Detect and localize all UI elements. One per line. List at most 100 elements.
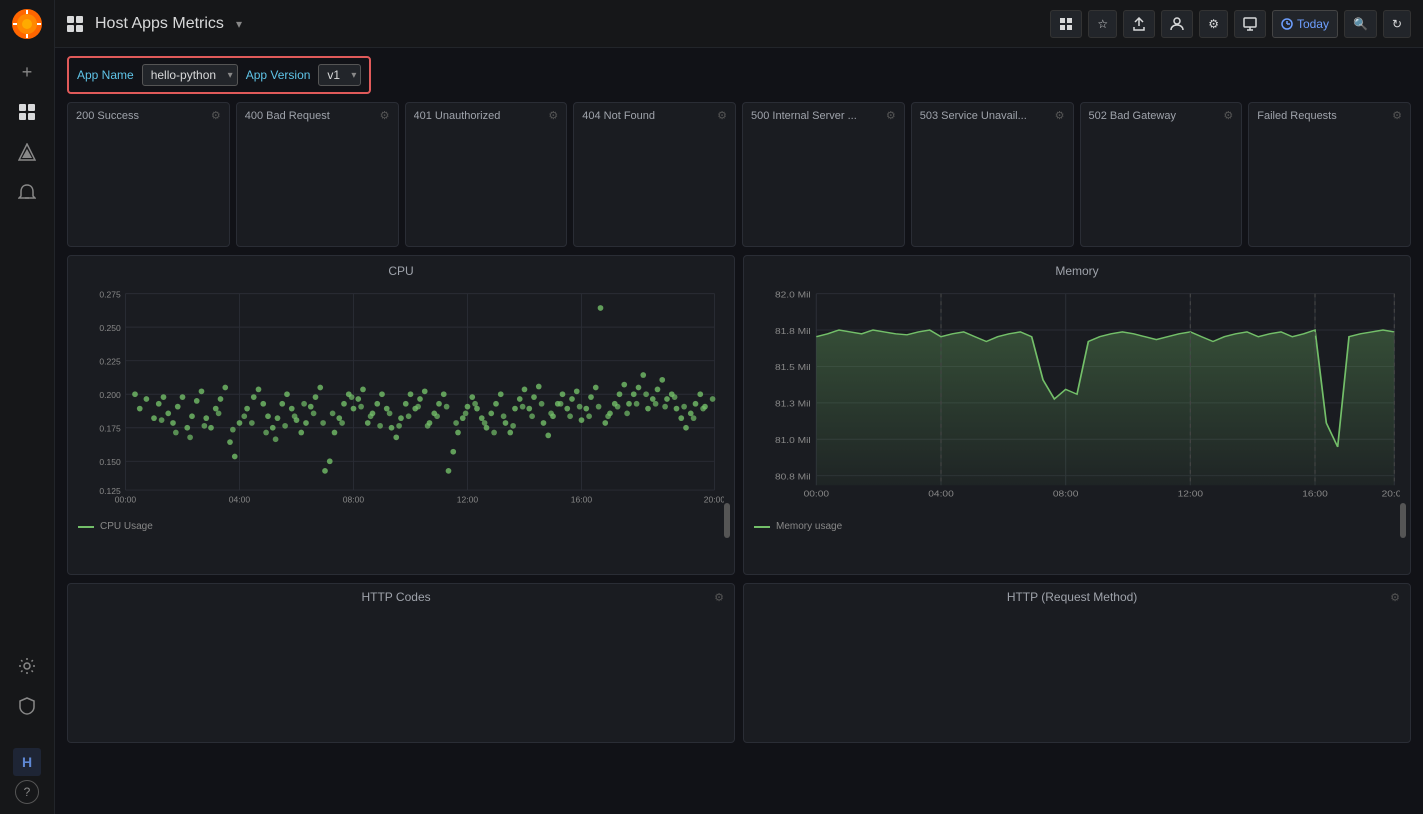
title-chevron[interactable]: ▾: [236, 17, 242, 31]
svg-text:20:00: 20:00: [1382, 489, 1400, 499]
app-name-select-wrap: hello-python hello-node hello-java: [142, 64, 238, 86]
svg-text:12:00: 12:00: [457, 494, 479, 504]
panel-400-body: [237, 126, 398, 246]
search-btn[interactable]: 🔍: [1344, 10, 1377, 38]
cpu-legend-label: CPU Usage: [100, 521, 153, 532]
svg-text:81.0 Mil: 81.0 Mil: [775, 436, 811, 446]
svg-text:16:00: 16:00: [571, 494, 593, 504]
cpu-legend: CPU Usage: [78, 521, 724, 532]
app-version-label: App Version: [246, 68, 311, 82]
topbar-grid-icon: [67, 16, 83, 32]
svg-text:82.0 Mil: 82.0 Mil: [775, 290, 811, 300]
svg-text:16:00: 16:00: [1302, 489, 1328, 499]
memory-legend-line: [754, 526, 770, 528]
svg-text:0.200: 0.200: [99, 390, 121, 400]
sidebar: + H ?: [0, 0, 55, 814]
panel-500-gear[interactable]: ⚙: [886, 109, 896, 122]
panel-200-gear[interactable]: ⚙: [211, 109, 221, 122]
monitor-btn[interactable]: [1234, 10, 1266, 38]
panel-502: 502 Bad Gateway ⚙: [1080, 102, 1243, 247]
memory-chart-svg: 82.0 Mil 81.8 Mil 81.5 Mil 81.3 Mil 81.0…: [754, 284, 1400, 514]
grafana-hub-icon[interactable]: H: [13, 748, 41, 776]
today-btn[interactable]: Today: [1272, 10, 1338, 38]
dashboard-icon[interactable]: [9, 94, 45, 130]
svg-text:80.8 Mil: 80.8 Mil: [775, 472, 811, 482]
app-version-select[interactable]: v1 v2 v3: [318, 64, 361, 86]
cpu-chart-svg: 0.275 0.250 0.225 0.200 0.175 0.150 0.12…: [78, 284, 724, 514]
cpu-chart-title: CPU: [78, 264, 724, 278]
panel-404-title: 404 Not Found: [582, 110, 655, 122]
user-btn[interactable]: [1161, 10, 1193, 38]
content-area: App Name hello-python hello-node hello-j…: [55, 48, 1423, 814]
svg-text:81.5 Mil: 81.5 Mil: [775, 363, 811, 373]
alerting-icon[interactable]: [9, 174, 45, 210]
svg-text:08:00: 08:00: [343, 494, 365, 504]
panel-404-gear[interactable]: ⚙: [717, 109, 727, 122]
main-charts: CPU 0: [67, 255, 1411, 575]
panel-503-gear[interactable]: ⚙: [1055, 109, 1065, 122]
svg-text:0.275: 0.275: [99, 289, 121, 299]
panel-404-body: [574, 126, 735, 246]
topbar: Host Apps Metrics ▾ ☆ ⚙ Today 🔍 ↻: [55, 0, 1423, 48]
app-name-label: App Name: [77, 68, 134, 82]
main-content: Host Apps Metrics ▾ ☆ ⚙ Today 🔍 ↻: [55, 0, 1423, 814]
refresh-btn[interactable]: ↻: [1383, 10, 1411, 38]
svg-text:04:00: 04:00: [928, 489, 954, 499]
panel-400: 400 Bad Request ⚙: [236, 102, 399, 247]
svg-text:12:00: 12:00: [1178, 489, 1204, 499]
svg-text:0.250: 0.250: [99, 323, 121, 333]
panel-401-title: 401 Unauthorized: [414, 110, 501, 122]
panel-502-gear[interactable]: ⚙: [1223, 109, 1233, 122]
svg-text:0.175: 0.175: [99, 424, 121, 434]
add-icon[interactable]: +: [9, 54, 45, 90]
topbar-actions: ☆ ⚙ Today 🔍 ↻: [1050, 10, 1411, 38]
svg-text:0.225: 0.225: [99, 356, 121, 366]
panel-503-title: 503 Service Unavail...: [920, 110, 1027, 122]
memory-chart-panel: Memory 82.0 Mil: [743, 255, 1411, 575]
settings-btn[interactable]: ⚙: [1199, 10, 1228, 38]
svg-text:81.8 Mil: 81.8 Mil: [775, 327, 811, 337]
panel-500-title: 500 Internal Server ...: [751, 110, 857, 122]
svg-text:81.3 Mil: 81.3 Mil: [775, 399, 811, 409]
panel-503: 503 Service Unavail... ⚙: [911, 102, 1074, 247]
explore-icon[interactable]: [9, 134, 45, 170]
panel-502-title: 502 Bad Gateway: [1089, 110, 1176, 122]
memory-scrollbar[interactable]: [1400, 503, 1406, 538]
panel-401: 401 Unauthorized ⚙: [405, 102, 568, 247]
http-method-gear[interactable]: ⚙: [1390, 591, 1400, 604]
panel-400-gear[interactable]: ⚙: [380, 109, 390, 122]
http-codes-gear[interactable]: ⚙: [714, 591, 724, 604]
dashboard-list-btn[interactable]: [1050, 10, 1082, 38]
status-panels: 200 Success ⚙ 400 Bad Request ⚙ 401 Unau…: [67, 102, 1411, 247]
help-icon[interactable]: ?: [15, 780, 39, 804]
http-codes-panel: HTTP Codes ⚙: [67, 583, 735, 743]
grafana-logo[interactable]: [11, 8, 43, 40]
app-name-select[interactable]: hello-python hello-node hello-java: [142, 64, 238, 86]
panel-200-body: [68, 126, 229, 246]
memory-legend: Memory usage: [754, 521, 1400, 532]
http-method-title: HTTP (Request Method): [754, 590, 1390, 604]
panel-failed-gear[interactable]: ⚙: [1392, 109, 1402, 122]
panel-401-gear[interactable]: ⚙: [548, 109, 558, 122]
panel-500-body: [743, 126, 904, 246]
panel-502-body: [1081, 126, 1242, 246]
app-version-select-wrap: v1 v2 v3: [318, 64, 361, 86]
panel-401-body: [406, 126, 567, 246]
cpu-scrollbar[interactable]: [724, 503, 730, 538]
cpu-legend-line: [78, 526, 94, 528]
share-btn[interactable]: [1123, 10, 1155, 38]
http-method-panel: HTTP (Request Method) ⚙: [743, 583, 1411, 743]
panel-503-body: [912, 126, 1073, 246]
panel-200: 200 Success ⚙: [67, 102, 230, 247]
svg-text:00:00: 00:00: [115, 494, 137, 504]
panel-500: 500 Internal Server ... ⚙: [742, 102, 905, 247]
today-label: Today: [1297, 17, 1329, 31]
panel-400-title: 400 Bad Request: [245, 110, 330, 122]
shield-icon[interactable]: [9, 688, 45, 724]
panel-failed-body: [1249, 126, 1410, 246]
filter-bar: App Name hello-python hello-node hello-j…: [67, 56, 371, 94]
http-codes-title: HTTP Codes: [78, 590, 714, 604]
star-btn[interactable]: ☆: [1088, 10, 1117, 38]
panel-200-title: 200 Success: [76, 110, 139, 122]
settings-icon[interactable]: [9, 648, 45, 684]
